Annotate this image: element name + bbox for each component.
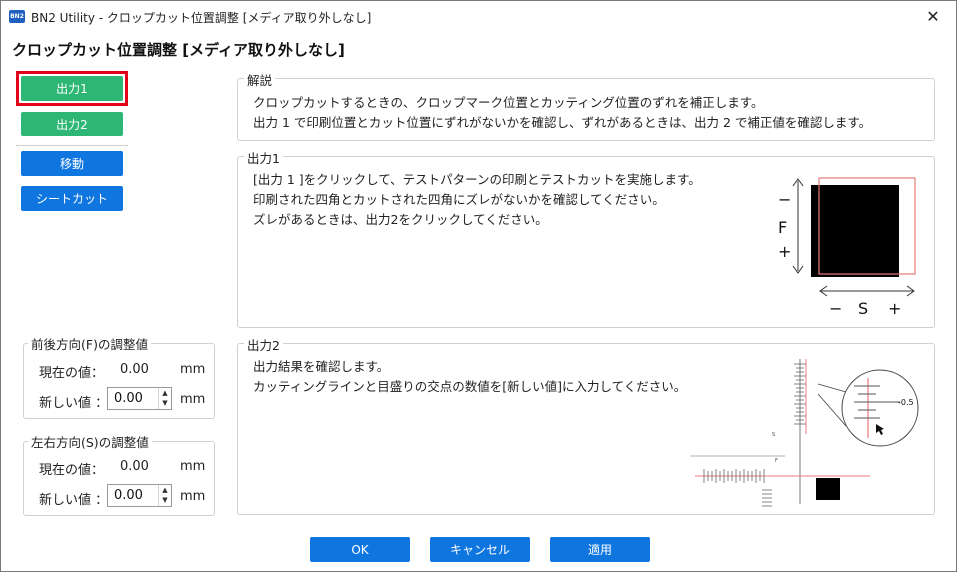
f-axis-label: F (778, 218, 787, 237)
explanation-line1: クロップカットするときの、クロップマーク位置とカッティング位置のずれを補正します… (253, 95, 764, 110)
app-icon: BN2 (9, 10, 25, 23)
s-new-unit: mm (180, 489, 206, 504)
arrow-down-icon[interactable]: ▼ (159, 495, 171, 505)
output2-line2: カッティングラインと目盛りの交点の数値を[新しい値]に入力してください。 (253, 379, 687, 394)
output1-diagram: − F + − S + (778, 177, 916, 318)
output1-title: 出力1 (244, 148, 283, 167)
s-current-label: 現在の値： (39, 463, 105, 478)
f-current-label: 現在の値： (39, 366, 105, 381)
zoom-value-label: -0.5 (898, 398, 914, 407)
f-new-label: 新しい値 ： (39, 396, 109, 411)
s-current-value: 0.00 (120, 459, 149, 474)
s-current-unit: mm (180, 459, 206, 474)
dialog-window: BN2 BN2 Utility - クロップカット位置調整 [メディア取り外しな… (0, 0, 957, 572)
move-button[interactable]: 移動 (21, 151, 123, 176)
close-icon[interactable]: ✕ (910, 1, 956, 32)
output1-line1: [出力 1 ]をクリックして、テストパターンの印刷とテストカットを実施します。 (253, 172, 701, 187)
f-plus-label: + (778, 242, 791, 261)
s-minus-label: − (829, 299, 842, 318)
cancel-button[interactable]: キャンセル (430, 537, 530, 562)
s-new-value-stepper[interactable]: 0.00 ▲ ▼ (107, 484, 172, 507)
s-new-value[interactable]: 0.00 (114, 488, 143, 503)
page-title: クロップカット位置調整 [メディア取り外しなし] (12, 41, 345, 59)
f-new-value[interactable]: 0.00 (114, 391, 143, 406)
vertical-scale-base-ticks (762, 489, 772, 507)
window-title: BN2 Utility - クロップカット位置調整 [メディア取り外しなし] (31, 11, 372, 25)
s-plus-label: + (888, 299, 901, 318)
sheet-cut-button[interactable]: シートカット (21, 186, 123, 211)
explanation-title: 解説 (244, 70, 276, 89)
zoom-pointer-line-top (817, 383, 847, 393)
arrow-up-icon[interactable]: ▲ (159, 388, 171, 398)
output2-diagram: S F -0.5 (690, 359, 919, 507)
title-bar: BN2 BN2 Utility - クロップカット位置調整 [メディア取り外しな… (1, 1, 956, 32)
f-adjust-title: 前後方向(F)の調整値 (28, 334, 151, 353)
registration-mark-square (816, 478, 840, 500)
f-scale-mark: F (775, 458, 778, 464)
f-new-unit: mm (180, 392, 206, 407)
arrow-down-icon[interactable]: ▼ (159, 398, 171, 408)
s-new-label: 新しい値 ： (39, 493, 109, 508)
output2-button[interactable]: 出力2 (21, 112, 123, 136)
f-new-value-stepper[interactable]: 0.00 ▲ ▼ (107, 387, 172, 410)
f-minus-label: − (778, 190, 791, 209)
f-current-unit: mm (180, 362, 206, 377)
output1-button[interactable]: 出力1 (21, 76, 123, 101)
divider (16, 145, 128, 146)
s-axis-label: S (858, 299, 868, 318)
s-scale-mark: S (772, 432, 775, 438)
explanation-line2: 出力 1 で印刷位置とカット位置にずれがないかを確認し、ずれがあるときは、出力 … (253, 115, 872, 130)
output1-line3: ズレがあるときは、出力2をクリックしてください。 (253, 212, 548, 227)
explanation-panel: 解説 クロップカットするときの、クロップマーク位置とカッティング位置のずれを補正… (237, 70, 935, 141)
s-adjust-title: 左右方向(S)の調整値 (28, 432, 152, 451)
printed-square (811, 185, 899, 277)
f-stepper-arrows: ▲ ▼ (158, 388, 171, 409)
output2-panel: 出力2 出力結果を確認します。 カッティングラインと目盛りの交点の数値を[新しい… (237, 335, 935, 515)
arrow-up-icon[interactable]: ▲ (159, 485, 171, 495)
output1-line2: 印刷された四角とカットされた四角にズレがないかを確認してください。 (253, 192, 665, 207)
zoom-circle (841, 369, 919, 447)
output1-panel: 出力1 [出力 1 ]をクリックして、テストパターンの印刷とテストカットを実施し… (237, 148, 935, 328)
ok-button[interactable]: OK (310, 537, 410, 562)
output2-line1: 出力結果を確認します。 (253, 359, 390, 374)
apply-button[interactable]: 適用 (550, 537, 650, 562)
f-current-value: 0.00 (120, 362, 149, 377)
output2-title: 出力2 (244, 335, 283, 354)
s-stepper-arrows: ▲ ▼ (158, 485, 171, 506)
